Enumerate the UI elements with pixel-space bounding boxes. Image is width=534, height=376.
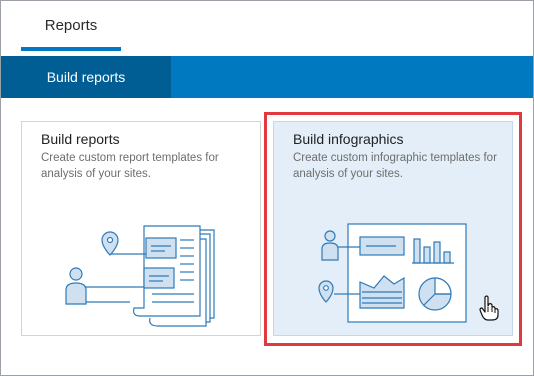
build-reports-card[interactable]: Build reports Create custom report templ… <box>21 121 261 336</box>
report-template-icon <box>65 225 215 327</box>
hand-pointer-icon <box>479 295 499 321</box>
tab-reports[interactable]: Reports <box>21 1 121 51</box>
app-frame: Reports Build reports Build reports Crea… <box>0 0 534 376</box>
tab-build-reports[interactable]: Build reports <box>1 56 171 98</box>
active-tab-indicator <box>21 47 121 51</box>
top-tab-bar: Reports <box>1 1 533 51</box>
sub-tab-ribbon: Build reports <box>1 56 533 98</box>
